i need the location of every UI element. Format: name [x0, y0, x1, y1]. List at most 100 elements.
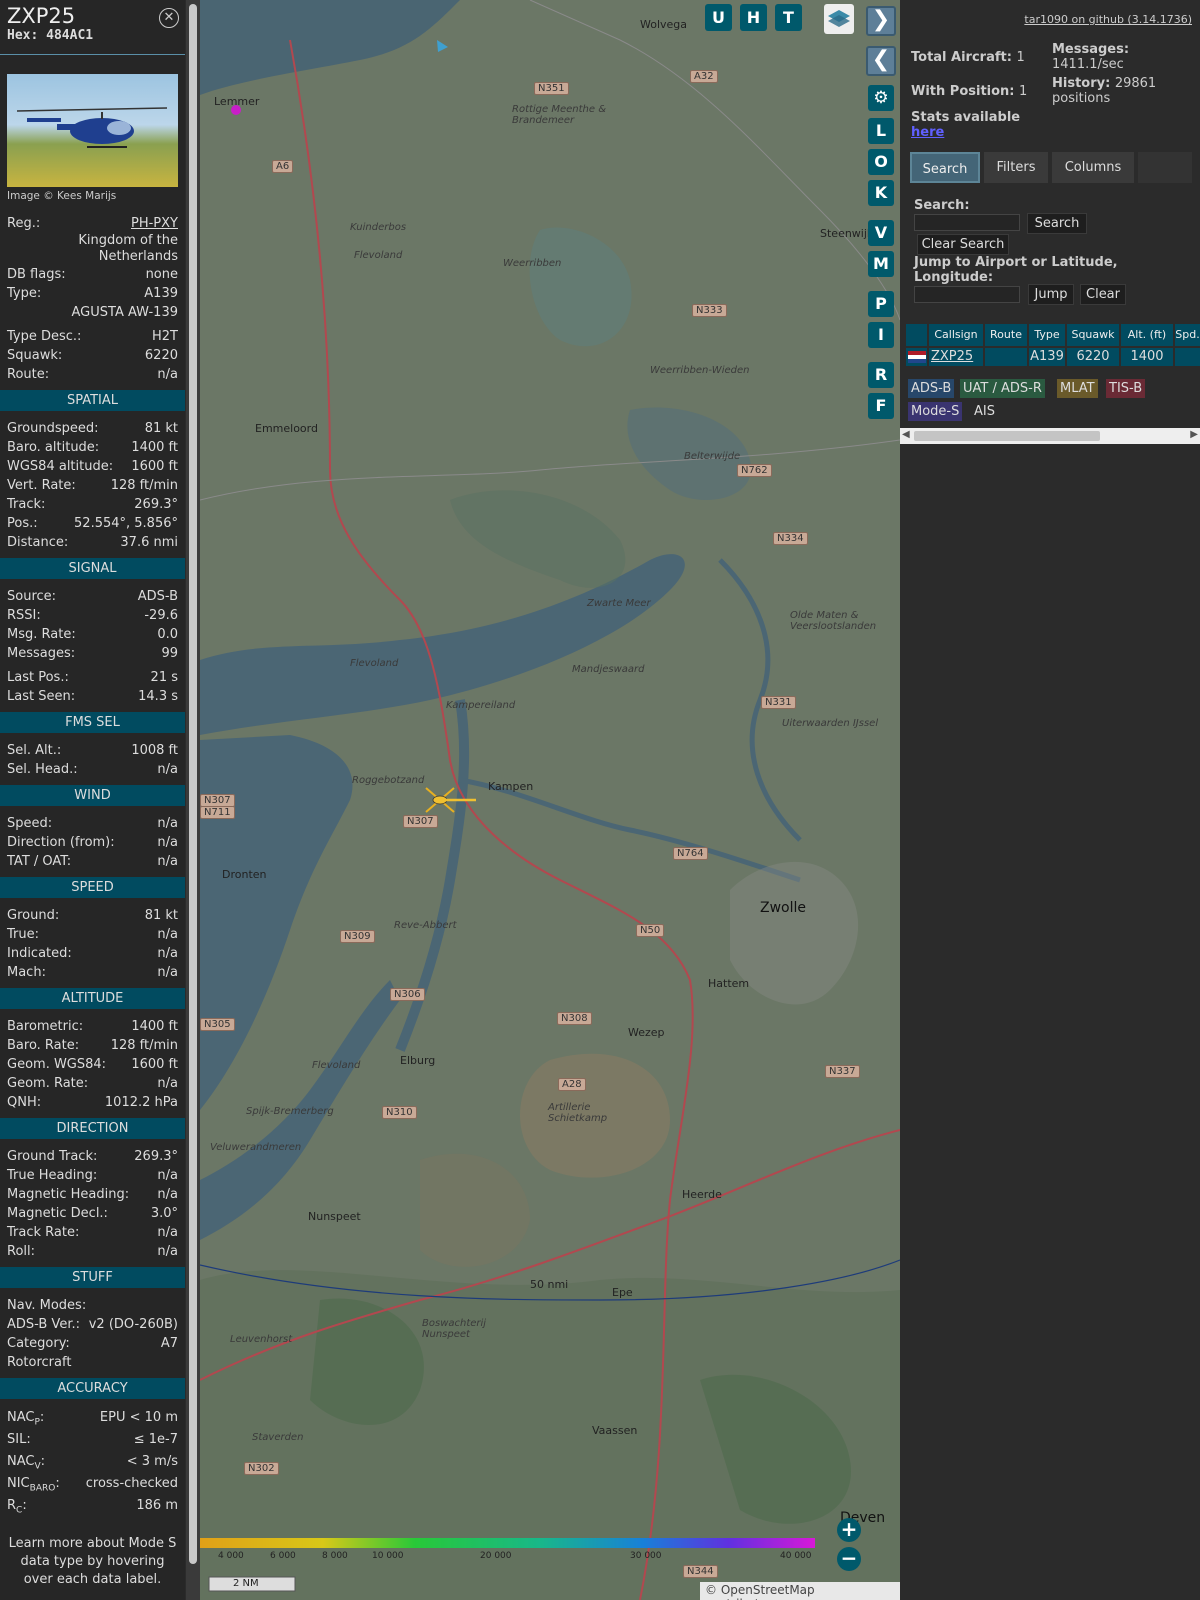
info-row-label: Sel. Alt.: [7, 743, 62, 758]
info-row: Category: A7 [0, 1334, 185, 1353]
road-label: N309 [340, 930, 375, 943]
legend-tisb: TIS-B [1106, 379, 1146, 398]
dbflags-label: DB flags: [7, 267, 66, 282]
scale-label: 2 NM [233, 1578, 259, 1589]
col-flag[interactable] [906, 324, 927, 346]
info-row-label: Ground Track: [7, 1149, 98, 1164]
zoom-out-button[interactable]: − [837, 1547, 861, 1571]
table-horizontal-scrollbar[interactable]: ◀ ▶ [900, 428, 1200, 444]
row-flag-icon [906, 348, 927, 366]
aircraft-info-sidebar: ZXP25 Hex: 484AC1 ✕ Image © Kees Marijs … [0, 0, 185, 1600]
row-speed [1175, 348, 1200, 366]
gear-icon[interactable]: ⚙ [868, 85, 894, 111]
info-row: Last Pos.: 21 s [0, 668, 185, 687]
type-value: A139 [144, 286, 178, 301]
col-route[interactable]: Route [985, 324, 1027, 346]
scrollbar-thumb[interactable] [189, 4, 197, 1564]
nacv-row: NACV: < 3 m/s [0, 1451, 185, 1473]
nacp-label: NACP: [7, 1410, 45, 1428]
place-label: Wezep [628, 1026, 665, 1039]
info-row-label: QNH: [7, 1095, 42, 1110]
jump-input[interactable] [914, 286, 1020, 303]
road-label: N337 [825, 1065, 860, 1078]
tab-columns[interactable]: Columns [1052, 152, 1134, 183]
info-row: TAT / OAT: n/a [0, 852, 185, 871]
chevron-left-icon[interactable]: ❮ [866, 46, 896, 76]
github-link[interactable]: tar1090 on github (3.14.1736) [1024, 13, 1192, 26]
info-row: QNH: 1012.2 hPa [0, 1093, 185, 1112]
zoom-in-button[interactable]: + [837, 1518, 861, 1542]
altitude-tick-label: 30 000 [630, 1551, 662, 1561]
map-button-o[interactable]: O [868, 149, 894, 175]
col-type[interactable]: Type [1029, 324, 1065, 346]
rc-label: RC: [7, 1498, 27, 1516]
tab-search[interactable]: Search [910, 152, 980, 183]
col-squawk[interactable]: Squawk [1067, 324, 1119, 346]
info-row: Rotorcraft [0, 1353, 185, 1372]
info-row: Magnetic Decl.: 3.0° [0, 1204, 185, 1223]
road-label: N764 [673, 847, 708, 860]
map-button-r[interactable]: R [868, 362, 894, 388]
map-button-f[interactable]: F [868, 393, 894, 419]
row-altitude: 1400 [1121, 348, 1173, 366]
info-row-value: n/a [157, 946, 178, 961]
info-row-value: 99 [161, 646, 178, 661]
chevron-right-icon[interactable]: ❯ [866, 6, 896, 36]
hscroll-thumb[interactable] [914, 431, 1100, 441]
info-row-value: 81 kt [144, 908, 178, 923]
info-row-value: 81 kt [144, 421, 178, 436]
map-view[interactable]: Wolvega Lemmer Steenwijk Emmeloord Kampen Dro… [200, 0, 900, 1600]
info-row-value: 1400 ft [131, 440, 178, 455]
place-label: Flevoland [350, 658, 399, 669]
map-button-i[interactable]: I [868, 322, 894, 348]
legend-adsb: ADS-B [908, 379, 955, 398]
country-value: Kingdom of the Netherlands [78, 233, 178, 264]
info-row-value: 128 ft/min [110, 478, 178, 493]
info-row: Barometric: 1400 ft [0, 1017, 185, 1036]
map-button-v[interactable]: V [868, 220, 894, 246]
close-icon[interactable]: ✕ [159, 8, 179, 28]
col-callsign[interactable]: Callsign [929, 324, 983, 346]
reg-row: Reg.: PH-PXY [0, 214, 185, 233]
model-row: AGUSTA AW-139 [0, 303, 185, 322]
sidebar-scrollbar[interactable] [186, 0, 200, 1600]
map-button-l[interactable]: L [868, 118, 894, 144]
road-label: A28 [558, 1078, 586, 1091]
messages-stat-label: Messages: [1052, 42, 1130, 57]
map-button-k[interactable]: K [868, 180, 894, 206]
info-row-label: Category: [7, 1336, 70, 1351]
map-button-m[interactable]: M [868, 251, 894, 277]
altitude-color-bar [200, 1538, 815, 1548]
wind-rows: Speed: n/a Direction (from): n/a TAT / OAT: n… [0, 814, 185, 871]
history-stat: History: 29861 positions [1052, 76, 1157, 106]
map-button-t[interactable]: T [775, 4, 802, 31]
scroll-right-icon[interactable]: ▶ [1190, 429, 1198, 440]
map-button-u[interactable]: U [705, 4, 732, 31]
row-type: A139 [1029, 348, 1065, 366]
aircraft-photo[interactable] [7, 74, 178, 187]
col-altitude[interactable]: Alt. (ft) [1121, 324, 1173, 346]
search-button[interactable]: Search [1027, 213, 1087, 234]
info-row-label: Baro. Rate: [7, 1038, 80, 1053]
layers-icon[interactable] [824, 4, 854, 34]
info-row: Speed: n/a [0, 814, 185, 833]
road-label: N307 [403, 815, 438, 828]
spatial-rows: Groundspeed: 81 kt Baro. altitude: 1400 ft W… [0, 419, 185, 552]
map-attribution[interactable]: © OpenStreetMap contributors. [700, 1582, 900, 1600]
place-label: Zwarte Meer [587, 598, 651, 609]
map-button-p[interactable]: P [868, 291, 894, 317]
row-callsign[interactable]: ZXP25 [929, 348, 983, 366]
clear-search-button[interactable]: Clear Search [917, 234, 1009, 255]
scroll-left-icon[interactable]: ◀ [902, 429, 910, 440]
route-value: n/a [157, 367, 178, 382]
jump-button[interactable]: Jump [1028, 284, 1074, 305]
reg-link[interactable]: PH-PXY [131, 214, 178, 233]
map-button-h[interactable]: H [740, 4, 767, 31]
search-input[interactable] [914, 214, 1020, 231]
tab-filters[interactable]: Filters [984, 152, 1048, 183]
col-speed[interactable]: Spd. [1175, 324, 1200, 346]
info-row-label: Sel. Head.: [7, 762, 78, 777]
stats-link[interactable]: here [911, 125, 944, 140]
squawk-value: 6220 [144, 348, 178, 363]
clear-button[interactable]: Clear [1080, 284, 1126, 305]
